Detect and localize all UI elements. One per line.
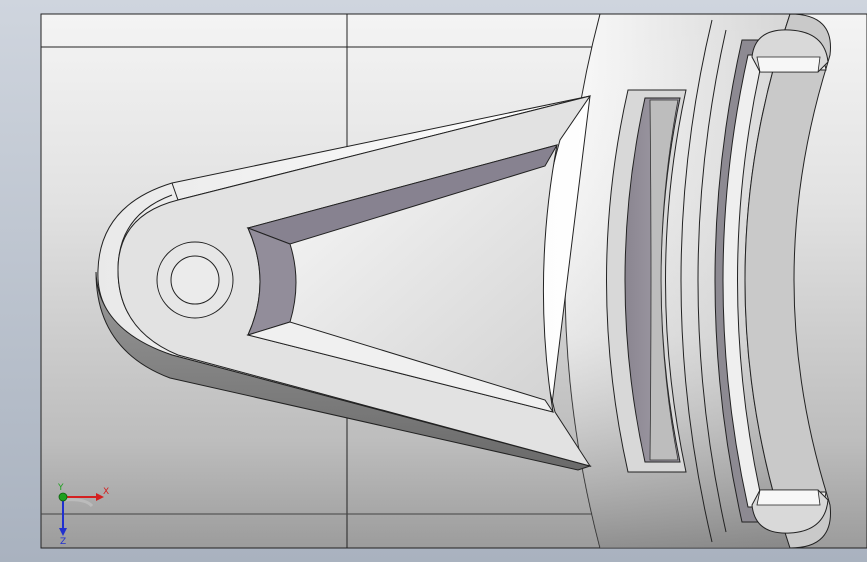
z-axis-label: Z xyxy=(60,537,66,547)
3d-model-viewport[interactable]: X Y Z xyxy=(0,0,867,562)
x-axis-label: X xyxy=(103,487,109,497)
cylinder-sleeve[interactable] xyxy=(564,13,831,549)
pivot-hole[interactable] xyxy=(170,255,220,305)
y-axis-label: Y xyxy=(57,483,64,493)
y-axis-dot xyxy=(58,492,68,502)
